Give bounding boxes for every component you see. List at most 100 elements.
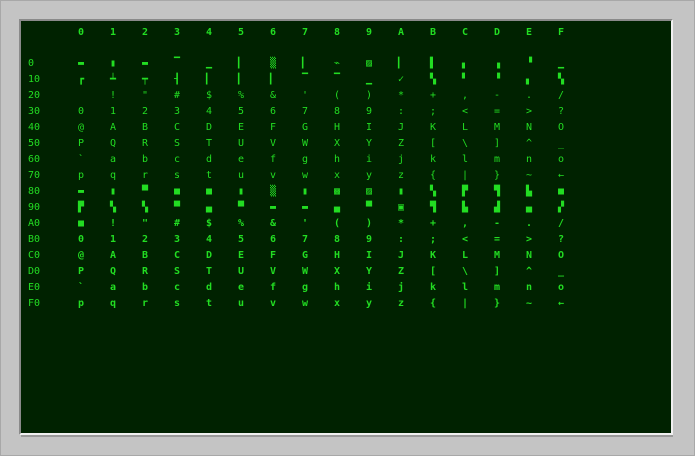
glyph-cell: ] bbox=[493, 266, 501, 277]
glyph-cell: \ bbox=[461, 266, 469, 277]
glyph-cell: 6 bbox=[269, 234, 277, 245]
glyph-cell: Q bbox=[109, 138, 117, 149]
glyph-cell: 9 bbox=[365, 234, 373, 245]
glyph-cell: 0 bbox=[77, 106, 85, 117]
glyph-cell: W bbox=[301, 138, 309, 149]
glyph-cell: ( bbox=[333, 90, 341, 101]
glyph-cell: { bbox=[429, 298, 437, 309]
glyph-cell: a bbox=[109, 154, 117, 165]
glyph-cell: R bbox=[141, 138, 149, 149]
glyph-cell: ▄ bbox=[525, 202, 533, 213]
glyph-cell: ▒ bbox=[269, 186, 277, 197]
glyph-cell: ▬ bbox=[269, 202, 277, 213]
glyph-cell: ▎ bbox=[301, 58, 309, 69]
glyph-cell: | bbox=[461, 298, 469, 309]
glyph-cell: l bbox=[461, 154, 469, 165]
glyph-cell: ▁ bbox=[205, 58, 213, 69]
glyph-cell: p bbox=[77, 298, 85, 309]
row-label: E0 bbox=[28, 282, 41, 293]
glyph-cell: ▀ bbox=[365, 202, 373, 213]
glyph-cell: 7 bbox=[301, 106, 309, 117]
glyph-cell: F bbox=[269, 122, 277, 133]
glyph-cell: ▬ bbox=[301, 202, 309, 213]
glyph-cell: i bbox=[365, 282, 373, 293]
row-label: 30 bbox=[28, 106, 41, 117]
character-set-table: 0 1 2 3 4 5 6 7 8 9 A B C D E F 0 ▬ ▮ ▬ ▔ ▁ ▎ ▒ ▎ ⌁ ▨ ▎ ▌ ▖ ▗ ▝ ▁ 10 ┏ ┷ ┯ ┨ ▎… bbox=[21, 21, 671, 433]
glyph-cell: 9 bbox=[365, 106, 373, 117]
glyph-cell: f bbox=[269, 154, 277, 165]
column-header: 5 bbox=[237, 27, 245, 38]
glyph-cell: y bbox=[365, 170, 373, 181]
glyph-cell: U bbox=[237, 138, 245, 149]
glyph-cell: # bbox=[173, 218, 181, 229]
glyph-cell: ▎ bbox=[237, 74, 245, 85]
glyph-cell: ▜ bbox=[429, 202, 437, 213]
glyph-cell: k bbox=[429, 282, 437, 293]
glyph-cell: & bbox=[269, 90, 277, 101]
glyph-cell: o bbox=[557, 154, 565, 165]
glyph-cell: ▄ bbox=[333, 202, 341, 213]
row-label: 40 bbox=[28, 122, 41, 133]
glyph-cell: x bbox=[333, 170, 341, 181]
glyph-cell: F bbox=[269, 250, 277, 261]
glyph-cell: / bbox=[557, 90, 565, 101]
glyph-cell: _ bbox=[557, 138, 565, 149]
glyph-cell: D bbox=[205, 250, 213, 261]
glyph-cell: e bbox=[237, 282, 245, 293]
glyph-cell: + bbox=[429, 218, 437, 229]
column-header: 4 bbox=[205, 27, 213, 38]
glyph-cell: ▮ bbox=[109, 186, 117, 197]
glyph-cell: < bbox=[461, 234, 469, 245]
glyph-cell: ▔ bbox=[173, 58, 181, 69]
glyph-cell: , bbox=[461, 90, 469, 101]
glyph-cell: C bbox=[173, 122, 181, 133]
glyph-cell: ▄ bbox=[205, 202, 213, 213]
glyph-cell: > bbox=[525, 106, 533, 117]
row-label: B0 bbox=[28, 234, 41, 245]
glyph-cell: ▚ bbox=[557, 74, 565, 85]
glyph-cell: ← bbox=[557, 170, 565, 181]
terminal-screen: 0 1 2 3 4 5 6 7 8 9 A B C D E F 0 ▬ ▮ ▬ ▔ ▁ ▎ ▒ ▎ ⌁ ▨ ▎ ▌ ▖ ▗ ▝ ▁ 10 ┏ ┷ ┯ ┨ ▎… bbox=[19, 19, 673, 435]
glyph-cell: ■ bbox=[557, 186, 565, 197]
glyph-cell: ^ bbox=[525, 266, 533, 277]
glyph-cell: * bbox=[397, 218, 405, 229]
glyph-cell: * bbox=[397, 90, 405, 101]
glyph-cell: ▛ bbox=[77, 202, 85, 213]
glyph-cell: 3 bbox=[173, 234, 181, 245]
glyph-cell: M bbox=[493, 122, 501, 133]
glyph-cell: ▁ bbox=[365, 74, 373, 85]
glyph-cell: O bbox=[557, 250, 565, 261]
glyph-cell: Z bbox=[397, 266, 405, 277]
glyph-cell: m bbox=[493, 154, 501, 165]
glyph-cell: J bbox=[397, 122, 405, 133]
row-label: F0 bbox=[28, 298, 41, 309]
glyph-cell: @ bbox=[77, 122, 85, 133]
column-header: 2 bbox=[141, 27, 149, 38]
glyph-cell: ▜ bbox=[493, 186, 501, 197]
row-label: 0 bbox=[28, 58, 35, 69]
glyph-cell: ▒ bbox=[269, 58, 277, 69]
glyph-cell: : bbox=[397, 234, 405, 245]
glyph-cell: y bbox=[365, 298, 373, 309]
row-label: 50 bbox=[28, 138, 41, 149]
glyph-cell: ▙ bbox=[525, 186, 533, 197]
glyph-cell: n bbox=[525, 282, 533, 293]
glyph-cell: e bbox=[237, 154, 245, 165]
glyph-cell: R bbox=[141, 266, 149, 277]
glyph-cell: ^ bbox=[525, 138, 533, 149]
glyph-cell: L bbox=[461, 250, 469, 261]
glyph-cell: ▮ bbox=[301, 186, 309, 197]
glyph-cell: G bbox=[301, 122, 309, 133]
glyph-cell: ▣ bbox=[397, 202, 405, 213]
column-header: 1 bbox=[109, 27, 117, 38]
glyph-cell: h bbox=[333, 282, 341, 293]
glyph-cell: ` bbox=[77, 154, 85, 165]
row-label: D0 bbox=[28, 266, 41, 277]
glyph-cell: ■ bbox=[173, 186, 181, 197]
glyph-cell: ▚ bbox=[109, 202, 117, 213]
glyph-cell: ~ bbox=[525, 170, 533, 181]
glyph-cell: ' bbox=[301, 218, 309, 229]
glyph-cell: Z bbox=[397, 138, 405, 149]
glyph-cell: ▬ bbox=[77, 186, 85, 197]
glyph-cell: u bbox=[237, 298, 245, 309]
